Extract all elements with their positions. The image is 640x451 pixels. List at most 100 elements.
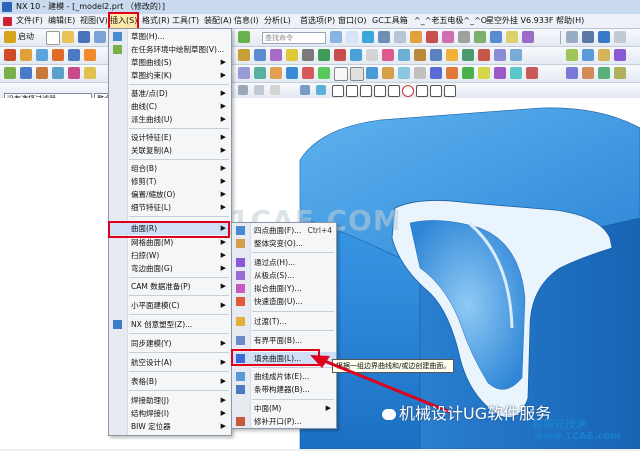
rotate-icon[interactable]	[490, 31, 502, 43]
ejector-icon[interactable]	[566, 67, 578, 79]
menu-item-flange-surface[interactable]: 弯边曲面(G) ▶	[109, 262, 231, 275]
arc-center-snap-icon[interactable]	[388, 85, 400, 97]
start-button[interactable]: 启动	[18, 31, 34, 43]
block-icon[interactable]	[4, 49, 16, 61]
subtract-icon[interactable]	[494, 49, 506, 61]
color-icon[interactable]	[410, 31, 422, 43]
menu-item-structure-weld[interactable]: 结构焊接(I) ▶	[109, 407, 231, 420]
fit-icon[interactable]	[394, 31, 406, 43]
menu-item-design-feature[interactable]: 设计特征(E) ▶	[109, 131, 231, 144]
cylinder-icon[interactable]	[20, 49, 32, 61]
menu-item-table[interactable]: 表格(B) ▶	[109, 375, 231, 388]
customize-icon[interactable]	[614, 31, 626, 43]
menu-item-bounded-plane[interactable]: 有界平面(B)...	[232, 334, 336, 347]
slider-icon[interactable]	[582, 67, 594, 79]
menu-item-cam-data-prep[interactable]: CAM 数据准备(P) ▶	[109, 280, 231, 293]
menu-preferences[interactable]: 首选项(P)	[300, 14, 335, 28]
menu-item-curve[interactable]: 曲线(C) ▶	[109, 100, 231, 113]
extrude-icon[interactable]	[36, 49, 48, 61]
menu-item-weld-assistant[interactable]: 焊接助理(J) ▶	[109, 394, 231, 407]
mold-base-icon[interactable]	[494, 67, 506, 79]
blend-icon[interactable]	[238, 49, 250, 61]
menu-item-derived-curve[interactable]: 派生曲线(U) ▶	[109, 113, 231, 126]
menu-item-task-sketch[interactable]: 在任务环境中绘制草图(V)...	[109, 43, 231, 56]
undo-icon[interactable]	[94, 31, 106, 43]
menu-analysis[interactable]: 分析(L)	[264, 14, 291, 28]
menu-item-from-poles[interactable]: 从极点(S)...	[232, 269, 336, 282]
cut-icon[interactable]	[398, 67, 410, 79]
menu-item-sketch-curve[interactable]: 草图曲线(S) ▶	[109, 56, 231, 69]
menu-item-nx-realize-shape[interactable]: NX 创意塑型(Z)...	[109, 318, 231, 331]
menu-item-transition[interactable]: 过渡(T)...	[232, 315, 336, 328]
menu-item-synchronous-modeling[interactable]: 同步建模(Y) ▶	[109, 337, 231, 350]
unite-icon[interactable]	[478, 49, 490, 61]
report-icon[interactable]	[614, 67, 626, 79]
trim-body-icon[interactable]	[302, 49, 314, 61]
mold-icon[interactable]	[582, 49, 594, 61]
menu-insert[interactable]: 插入(S)	[107, 12, 140, 30]
orient-view-icon[interactable]	[378, 31, 390, 43]
light-icon[interactable]	[506, 31, 518, 43]
wire-icon[interactable]	[414, 67, 426, 79]
sew-icon[interactable]	[414, 49, 426, 61]
menu-assembly[interactable]: 装配(A)	[204, 14, 232, 28]
electrode-icon[interactable]	[566, 49, 578, 61]
endpoint-snap-icon[interactable]	[332, 85, 344, 97]
point-on-curve-snap-icon[interactable]	[444, 85, 456, 97]
shaded-icon[interactable]	[362, 31, 374, 43]
menu-item-associative-copy[interactable]: 关联复制(A) ▶	[109, 144, 231, 157]
point-icon[interactable]	[254, 67, 266, 79]
spline-icon[interactable]	[302, 67, 314, 79]
help-icon[interactable]	[598, 31, 610, 43]
face-select-icon[interactable]	[316, 85, 326, 95]
surface-toolbar-icon[interactable]	[36, 67, 48, 79]
menu-info[interactable]: 信息(I)	[234, 14, 259, 28]
view-icon[interactable]	[330, 31, 342, 43]
menu-item-through-points[interactable]: 通过点(H)...	[232, 256, 336, 269]
cone-icon[interactable]	[366, 67, 378, 79]
angle-icon[interactable]	[446, 67, 458, 79]
new-file-icon[interactable]	[46, 31, 60, 45]
electrode-design-icon[interactable]	[462, 67, 474, 79]
start-icon[interactable]	[4, 31, 16, 43]
command-search-input[interactable]: 查找命令	[262, 32, 326, 44]
chamfer-icon[interactable]	[254, 49, 266, 61]
menu-item-detail-feature[interactable]: 细节特征(L) ▶	[109, 201, 231, 214]
datum-plane-icon[interactable]	[366, 49, 378, 61]
deselect-icon[interactable]	[270, 85, 280, 95]
feature-toolbar-icon[interactable]	[84, 67, 96, 79]
layout-icon[interactable]	[566, 31, 578, 43]
control-point-snap-icon[interactable]	[360, 85, 372, 97]
thicken-icon[interactable]	[398, 49, 410, 61]
menu-format[interactable]: 格式(R)	[142, 14, 170, 28]
menu-gc-toolkit[interactable]: GC工具箱	[372, 14, 408, 28]
cooling-icon[interactable]	[510, 67, 522, 79]
menu-item-biw-locator[interactable]: BIW 定位器 ▶	[109, 420, 231, 433]
draft-icon[interactable]	[286, 49, 298, 61]
menu-file[interactable]: 文件(F)	[16, 14, 43, 28]
box-outline-icon[interactable]	[350, 67, 364, 81]
patch-icon[interactable]	[430, 49, 442, 61]
menu-electrode-plugin[interactable]: ^_^老五电极^_^O	[414, 14, 487, 28]
menu-tools[interactable]: 工具(T)	[172, 14, 199, 28]
menu-item-global-shaping[interactable]: 整体突变(O)...	[232, 237, 336, 250]
midpoint-snap-icon[interactable]	[346, 85, 358, 97]
shell-icon[interactable]	[270, 49, 282, 61]
sphere-icon[interactable]	[382, 67, 394, 79]
mirror-icon[interactable]	[350, 49, 362, 61]
emboss-icon[interactable]	[446, 49, 458, 61]
quadrant-snap-icon[interactable]	[416, 85, 428, 97]
material-icon[interactable]	[522, 31, 534, 43]
open-folder-icon[interactable]	[62, 31, 74, 43]
save-icon[interactable]	[78, 31, 90, 43]
select-icon[interactable]	[238, 85, 248, 95]
intersection-snap-icon[interactable]	[374, 85, 386, 97]
boolean-icon[interactable]	[84, 49, 96, 61]
menu-item-aero-design[interactable]: 航空设计(A) ▶	[109, 356, 231, 369]
offset-icon[interactable]	[318, 49, 330, 61]
menu-item-datum-point[interactable]: 基准/点(D) ▶	[109, 87, 231, 100]
mesh-toolbar-icon[interactable]	[52, 67, 64, 79]
menu-item-sketch[interactable]: 草图(H)...	[109, 30, 231, 43]
insert-icon[interactable]	[598, 67, 610, 79]
layer-icon[interactable]	[238, 31, 250, 43]
